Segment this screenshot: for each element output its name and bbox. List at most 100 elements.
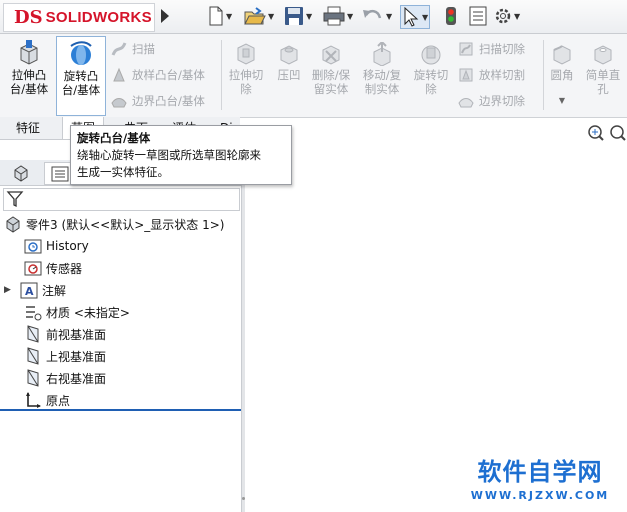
chevron-down-icon[interactable]: ▼ xyxy=(559,94,565,108)
tree-item-label: 传感器 xyxy=(46,261,83,276)
chevron-down-icon[interactable]: ▼ xyxy=(514,12,520,21)
tree-item-front-plane[interactable]: 前视基准面 xyxy=(24,324,106,344)
material-icon xyxy=(26,306,42,321)
revolved-boss-label: 旋转凸 台/基体 xyxy=(61,69,101,97)
delete-keep-body-button[interactable]: 删除/保 留实体 xyxy=(308,36,354,114)
logo-ds-mark: DS xyxy=(14,7,43,28)
sweep-icon xyxy=(111,42,127,56)
extruded-boss-button[interactable]: 拉伸凸 台/基体 xyxy=(6,36,52,114)
tree-item-label: 注解 xyxy=(42,283,67,298)
lofted-cut-button[interactable]: 放样切割 xyxy=(457,65,525,85)
move-copy-body-label: 移动/复 制实体 xyxy=(362,68,402,96)
fillet-button[interactable]: 圆角 ▼ xyxy=(547,36,577,114)
revolved-boss-button[interactable]: 旋转凸 台/基体 xyxy=(56,36,106,116)
new-document-button[interactable]: ▼ xyxy=(208,5,232,27)
tree-item-label: 右视基准面 xyxy=(46,371,107,386)
extruded-cut-button[interactable]: 拉伸切 除 xyxy=(226,36,266,114)
extruded-cut-icon xyxy=(237,43,255,65)
new-document-icon xyxy=(209,6,223,26)
open-folder-icon xyxy=(244,7,266,25)
options-button[interactable]: ▼ xyxy=(494,5,520,27)
tree-root-part[interactable]: 零件3 (默认<<默认>_显示状态 1>) xyxy=(4,214,224,234)
boundary-boss-button[interactable]: 边界凸台/基体 xyxy=(110,91,205,111)
loft-button[interactable]: 放样凸台/基体 xyxy=(110,65,205,85)
file-properties-button[interactable] xyxy=(469,5,487,27)
watermark-url: WWW.RJZXW.COM xyxy=(470,489,610,502)
extruded-cut-label: 拉伸切 除 xyxy=(228,68,264,96)
options-gear-icon xyxy=(495,8,511,24)
history-folder-icon xyxy=(24,239,42,254)
chevron-down-icon[interactable]: ▼ xyxy=(268,12,274,21)
tab-features[interactable]: 特征 xyxy=(8,117,48,139)
revolved-boss-icon xyxy=(70,41,92,65)
tree-item-origin[interactable]: 原点 xyxy=(24,390,70,410)
tree-item-sensors[interactable]: 传感器 xyxy=(24,258,82,278)
move-copy-body-button[interactable]: 移动/复 制实体 xyxy=(359,36,405,114)
boundary-boss-label: 边界凸台/基体 xyxy=(132,94,205,108)
lofted-cut-label: 放样切割 xyxy=(479,68,525,82)
loft-icon xyxy=(113,67,125,82)
feature-manager-panel: 零件3 (默认<<默认>_显示状态 1>) History 传感器 ▶ A 注解… xyxy=(0,140,242,512)
boundary-cut-label: 边界切除 xyxy=(479,94,525,108)
zoom-to-fit-icon[interactable] xyxy=(585,122,627,144)
simple-hole-button[interactable]: 简单直 孔 xyxy=(583,36,623,114)
swept-cut-button[interactable]: 扫描切除 xyxy=(457,39,525,59)
solidworks-logo: DS SOLIDWORKS xyxy=(3,3,155,32)
tooltip-title: 旋转凸台/基体 xyxy=(77,131,151,145)
print-button[interactable]: ▼ xyxy=(323,5,353,27)
tree-item-label: 原点 xyxy=(46,393,71,408)
svg-text:A: A xyxy=(25,285,34,298)
chevron-down-icon[interactable]: ▼ xyxy=(386,12,392,21)
delete-keep-body-label: 删除/保 留实体 xyxy=(311,68,351,96)
watermark-title: 软件自学网 xyxy=(477,458,603,486)
chevron-down-icon[interactable]: ▼ xyxy=(226,12,232,21)
fillet-icon xyxy=(553,45,571,65)
chevron-down-icon[interactable]: ▼ xyxy=(347,12,353,21)
extruded-boss-label: 拉伸凸 台/基体 xyxy=(9,68,49,96)
file-properties-icon xyxy=(469,6,487,26)
filter-funnel-icon[interactable] xyxy=(6,189,26,209)
boundary-cut-button[interactable]: 边界切除 xyxy=(457,91,525,111)
sweep-button[interactable]: 扫描 xyxy=(110,39,155,59)
watermark: 软件自学网 WWW.RJZXW.COM xyxy=(455,452,625,512)
revolved-cut-button[interactable]: 旋转切 除 xyxy=(410,36,452,114)
menu-expand-arrow-icon[interactable] xyxy=(160,8,170,24)
ribbon-separator xyxy=(543,40,544,110)
swept-cut-icon xyxy=(459,42,473,56)
rollback-bar[interactable] xyxy=(0,409,241,411)
tree-item-right-plane[interactable]: 右视基准面 xyxy=(24,368,106,388)
tree-item-material[interactable]: 材质 <未指定> xyxy=(24,302,130,322)
expand-arrow-icon[interactable]: ▶ xyxy=(4,285,18,295)
command-manager-ribbon: 拉伸凸 台/基体 旋转凸 台/基体 扫描 放样凸台/基体 边界凸台/基体 拉伸切… xyxy=(0,34,627,118)
tooltip-description-line: 绕轴心旋转一草图或所选草图轮廓来 xyxy=(77,148,261,162)
plane-icon xyxy=(27,369,39,387)
open-button[interactable]: ▼ xyxy=(244,5,274,27)
view-toolbar xyxy=(585,122,627,144)
tree-item-label: 上视基准面 xyxy=(46,349,107,364)
tree-item-top-plane[interactable]: 上视基准面 xyxy=(24,346,106,366)
chevron-down-icon[interactable]: ▼ xyxy=(306,12,312,21)
save-button[interactable]: ▼ xyxy=(284,5,312,27)
tree-item-annotations[interactable]: ▶ A 注解 xyxy=(4,280,66,300)
tree-item-label: History xyxy=(46,239,89,253)
undo-button[interactable]: ▼ xyxy=(362,5,392,27)
lofted-cut-icon xyxy=(459,68,473,82)
ribbon-separator xyxy=(221,40,222,110)
undo-icon xyxy=(363,9,382,19)
indent-label: 压凹 xyxy=(277,68,301,82)
tree-item-label: 材质 <未指定> xyxy=(46,305,130,320)
fillet-label: 圆角 xyxy=(550,68,574,82)
tree-filter-bar[interactable] xyxy=(3,188,240,211)
logo-name: SOLIDWORKS xyxy=(45,9,152,26)
sweep-label: 扫描 xyxy=(132,42,155,56)
feature-manager-tab[interactable] xyxy=(6,162,36,183)
tree-item-history[interactable]: History xyxy=(24,236,89,256)
tooltip-description-line: 生成一实体特征。 xyxy=(77,165,169,179)
feature-tree-icon xyxy=(14,164,28,182)
rebuild-button[interactable] xyxy=(445,5,457,27)
select-button[interactable]: ▼ xyxy=(400,5,431,29)
revolved-cut-label: 旋转切 除 xyxy=(413,68,449,96)
chevron-down-icon[interactable]: ▼ xyxy=(422,13,428,22)
indent-button[interactable]: 压凹 xyxy=(272,36,306,114)
simple-hole-label: 简单直 孔 xyxy=(585,68,621,96)
